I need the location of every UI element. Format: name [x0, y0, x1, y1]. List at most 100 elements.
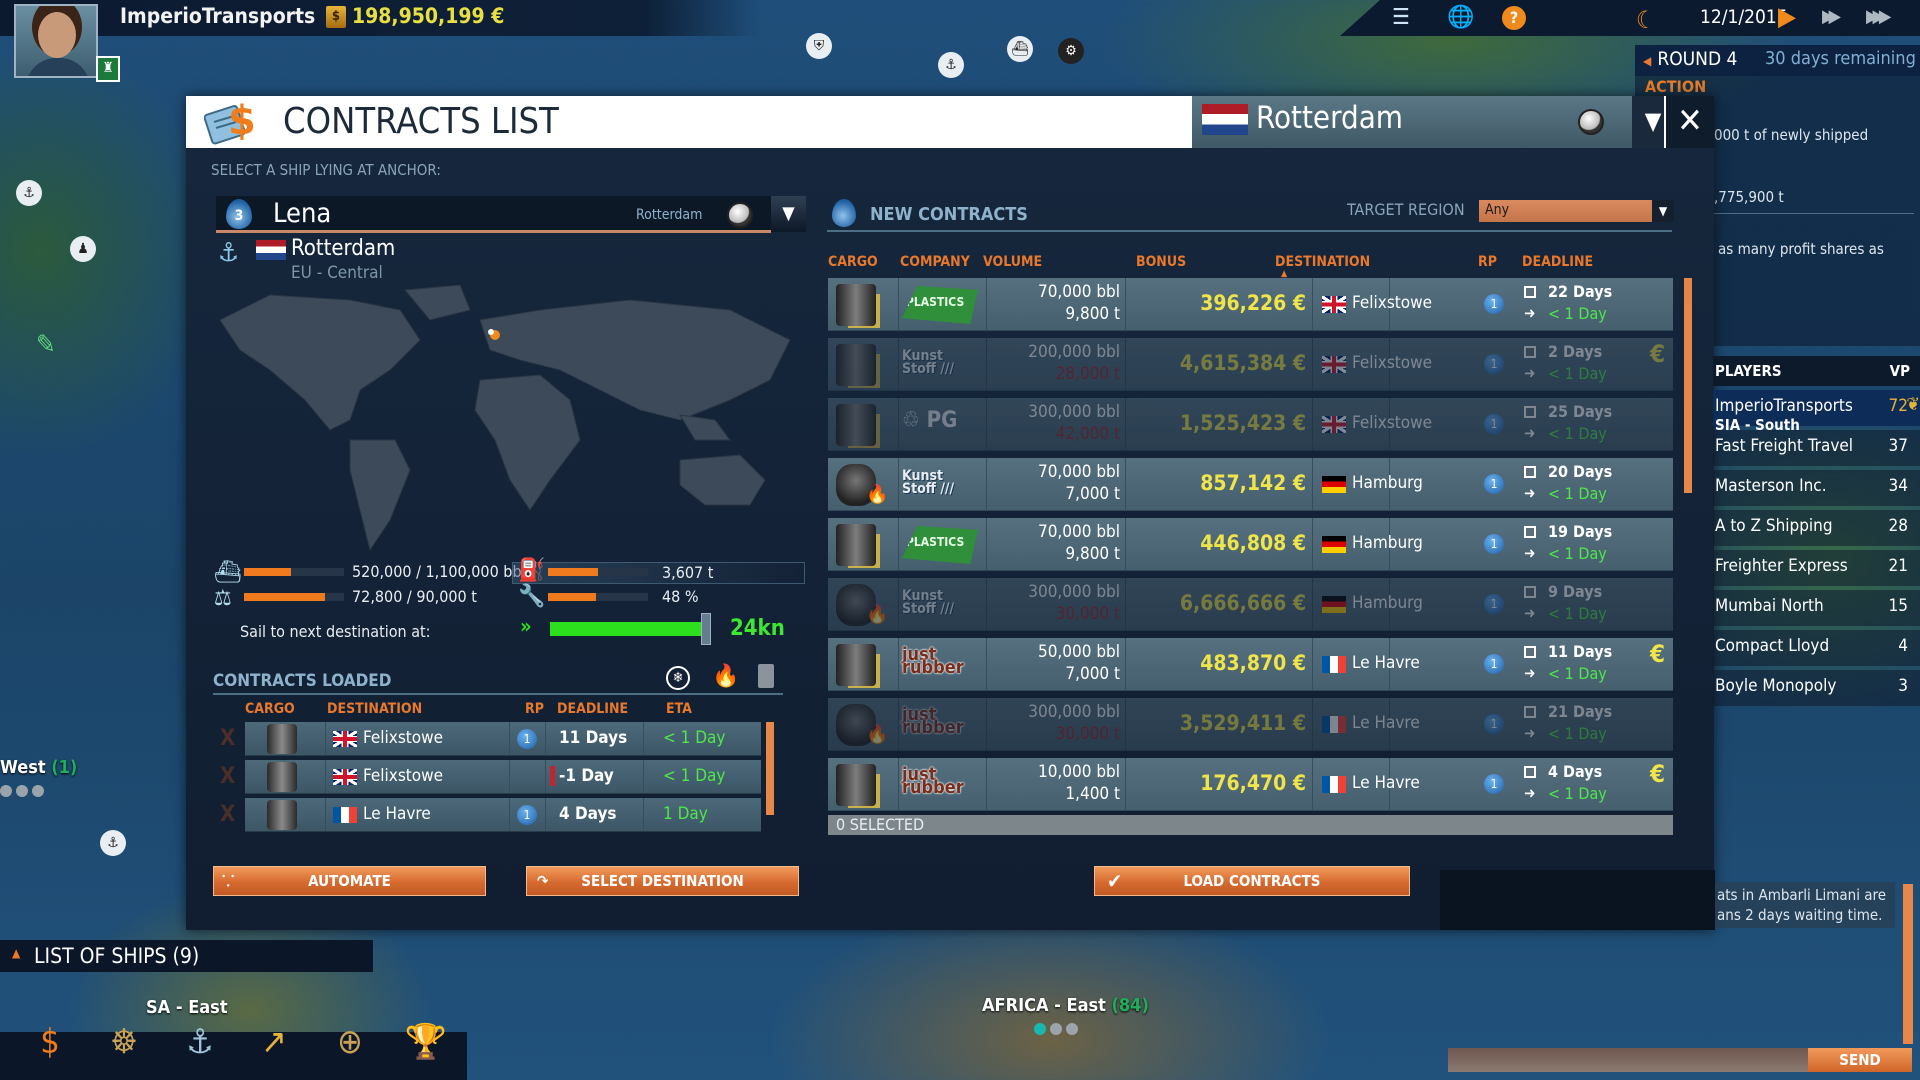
globe-settings-icon[interactable]: 🌐 — [1446, 4, 1476, 32]
ship-marker-icon[interactable]: ⚓ — [100, 830, 126, 856]
france-flag-icon — [1322, 716, 1346, 733]
contract-row[interactable]: PLASTICS 70,000 bbl 9,800 t 446,808 € Hambur… — [828, 518, 1673, 571]
speed-slider-handle[interactable] — [701, 613, 711, 645]
contracts-icon[interactable]: $ — [26, 1018, 74, 1066]
load-contracts-button[interactable]: ✔ LOAD CONTRACTS — [1094, 866, 1410, 896]
contract-bonus: 446,808 € — [1200, 531, 1306, 555]
contract-row[interactable]: 🔥 just rubber 300,000 bbl 30,000 t 3,529,411… — [828, 698, 1673, 751]
select-destination-button[interactable]: ↷ SELECT DESTINATION — [526, 866, 799, 896]
player-name: ImperioTransports — [1715, 396, 1853, 416]
automate-label: AUTOMATE — [308, 872, 391, 890]
trophy-icon[interactable]: 🏆 — [402, 1018, 450, 1066]
loaded-contract-row[interactable]: Le Havre 1 4 Days 1 Day — [245, 798, 761, 832]
ship-marker-icon[interactable]: ⚓ — [938, 52, 964, 78]
player-row[interactable]: Freighter Express 21 — [1713, 550, 1920, 586]
col-header-cargo[interactable]: CARGO — [245, 701, 295, 717]
contract-row[interactable]: Kunst Stoff /// 200,000 bbl 28,000 t 4,615,… — [828, 338, 1673, 391]
col-header-destination[interactable]: DESTINATION — [1275, 254, 1370, 270]
region-label-west[interactable]: West (1) — [0, 757, 77, 778]
contract-row[interactable]: just rubber 50,000 bbl 7,000 t 483,870 € Le … — [828, 638, 1673, 691]
map-north-america — [219, 294, 421, 431]
col-header-deadline[interactable]: DEADLINE — [1522, 254, 1593, 270]
col-header-eta[interactable]: ETA — [666, 701, 692, 717]
contracts-scrollbar[interactable] — [1684, 278, 1692, 493]
col-header-rp[interactable]: RP — [1478, 254, 1497, 270]
arrow-right-icon: ➜ — [1524, 364, 1536, 382]
ship-marker-icon[interactable]: ⚓ — [16, 180, 42, 206]
ship-marker-icon[interactable]: ♟ — [70, 236, 96, 262]
player-row[interactable]: Mumbai North 15 — [1713, 590, 1920, 626]
fleet-settings-icon[interactable]: ☰ — [1386, 4, 1416, 32]
volume-text: 520,000 / 1,100,000 bbl — [352, 562, 526, 581]
loaded-contract-row[interactable]: Felixstowe -1 Day < 1 Day — [245, 760, 761, 794]
company-port-badge-icon — [1578, 109, 1604, 135]
captain-hat-icon[interactable]: ⚓ — [176, 1018, 224, 1066]
contract-row[interactable]: PLASTICS 70,000 bbl 9,800 t 396,226 € Felixs… — [828, 278, 1673, 331]
pause-icon[interactable]: ☾ — [1636, 6, 1655, 34]
contract-row[interactable]: 🔥 Kunst Stoff /// 300,000 bbl 30,000 t 6,666… — [828, 578, 1673, 631]
world-map[interactable] — [210, 280, 810, 555]
col-header-cargo[interactable]: CARGO — [828, 254, 878, 270]
speed-slider-track[interactable] — [550, 622, 702, 636]
loaded-contract-row[interactable]: Felixstowe 1 11 Days < 1 Day — [245, 722, 761, 756]
player-vp: 28 — [1888, 516, 1908, 536]
region-label-sa-east[interactable]: SA - East — [146, 997, 228, 1018]
col-header-bonus[interactable]: BONUS — [1136, 254, 1186, 270]
route-pin-icon[interactable]: ✎ — [36, 330, 56, 360]
refrigerated-icon[interactable]: ❄ — [666, 666, 690, 690]
chat-input[interactable] — [1448, 1048, 1810, 1072]
player-row[interactable]: Fast Freight Travel 37 — [1713, 430, 1920, 466]
port-marker-icon[interactable]: ⛨ — [806, 33, 832, 59]
fast-forward-icon[interactable]: ▶▶ — [1822, 6, 1841, 27]
ship-list-toggle[interactable]: ▲ LIST OF SHIPS (9) — [0, 940, 373, 972]
player-row[interactable]: A to Z Shipping 28 — [1713, 510, 1920, 546]
play-icon[interactable]: ▶ — [1778, 2, 1796, 32]
ship-marker-icon[interactable]: ⛴ — [1007, 36, 1033, 62]
settings-marker-icon[interactable]: ⚙ — [1058, 38, 1084, 64]
close-button[interactable]: ✕ — [1664, 96, 1714, 148]
player-row[interactable]: Masterson Inc. 34 — [1713, 470, 1920, 506]
fastest-forward-icon[interactable]: ▶▶▶ — [1866, 6, 1891, 27]
compass-icon[interactable]: ⊕ — [326, 1018, 374, 1066]
col-header-rp[interactable]: RP — [525, 701, 544, 717]
flammable-icon: 🔥 — [866, 724, 889, 745]
automate-icon: ⸪ — [222, 872, 235, 890]
contract-weight: 28,000 t — [1055, 364, 1120, 384]
help-icon[interactable]: ? — [1502, 6, 1526, 30]
player-row[interactable]: Boyle Monopoly 3 — [1713, 670, 1920, 706]
col-header-company[interactable]: COMPANY — [900, 254, 970, 270]
remove-contract-button[interactable]: X — [220, 764, 235, 789]
oil-barrel-icon — [836, 284, 876, 326]
finance-icon[interactable]: ↗ — [250, 1018, 298, 1066]
round-label[interactable]: ◀ ROUND 4 — [1643, 48, 1737, 70]
chevron-down-icon[interactable]: ▼ — [1652, 200, 1674, 222]
contract-eta: < 1 Day — [1548, 304, 1607, 323]
player-name: Mumbai North — [1715, 596, 1824, 616]
ship-helm-icon[interactable]: ☸ — [100, 1018, 148, 1066]
player-vp: 15 — [1888, 596, 1908, 616]
player-avatar[interactable] — [14, 4, 98, 78]
volume-icon: ⛴ — [214, 560, 242, 585]
player-row[interactable]: Compact Lloyd 4 — [1713, 630, 1920, 666]
automate-button[interactable]: ⸪ AUTOMATE — [213, 866, 486, 896]
chat-scrollbar[interactable] — [1903, 884, 1913, 1044]
remove-contract-button[interactable]: X — [220, 726, 235, 751]
send-button[interactable]: SEND — [1808, 1048, 1912, 1072]
loaded-scrollbar[interactable] — [766, 722, 774, 815]
flammable-icon[interactable]: 🔥 — [712, 664, 739, 689]
col-header-deadline[interactable]: DEADLINE — [557, 701, 628, 717]
round-prev-icon[interactable]: ◀ — [1643, 54, 1651, 68]
contract-row[interactable]: ♲ PG 300,000 bbl 42,000 t 1,525,423 € Felixs… — [828, 398, 1673, 451]
target-region-select[interactable]: Any ▼ — [1479, 200, 1674, 222]
contract-row[interactable]: 🔥 Kunst Stoff /// 70,000 bbl 7,000 t 857,142… — [828, 458, 1673, 511]
document-icon[interactable] — [758, 664, 774, 688]
contract-row[interactable]: just rubber 10,000 bbl 1,400 t 176,470 € Le … — [828, 758, 1673, 811]
oil-drop-icon — [832, 199, 856, 227]
contract-destination: Le Havre — [1352, 773, 1420, 793]
ship-dropdown-button[interactable]: ▼ — [771, 196, 806, 232]
column-divider — [1312, 278, 1313, 330]
remove-contract-button[interactable]: X — [220, 802, 235, 827]
region-label-africa-east[interactable]: AFRICA - East (84) — [982, 995, 1149, 1016]
col-header-destination[interactable]: DESTINATION — [327, 701, 422, 717]
col-header-volume[interactable]: VOLUME — [983, 254, 1042, 270]
